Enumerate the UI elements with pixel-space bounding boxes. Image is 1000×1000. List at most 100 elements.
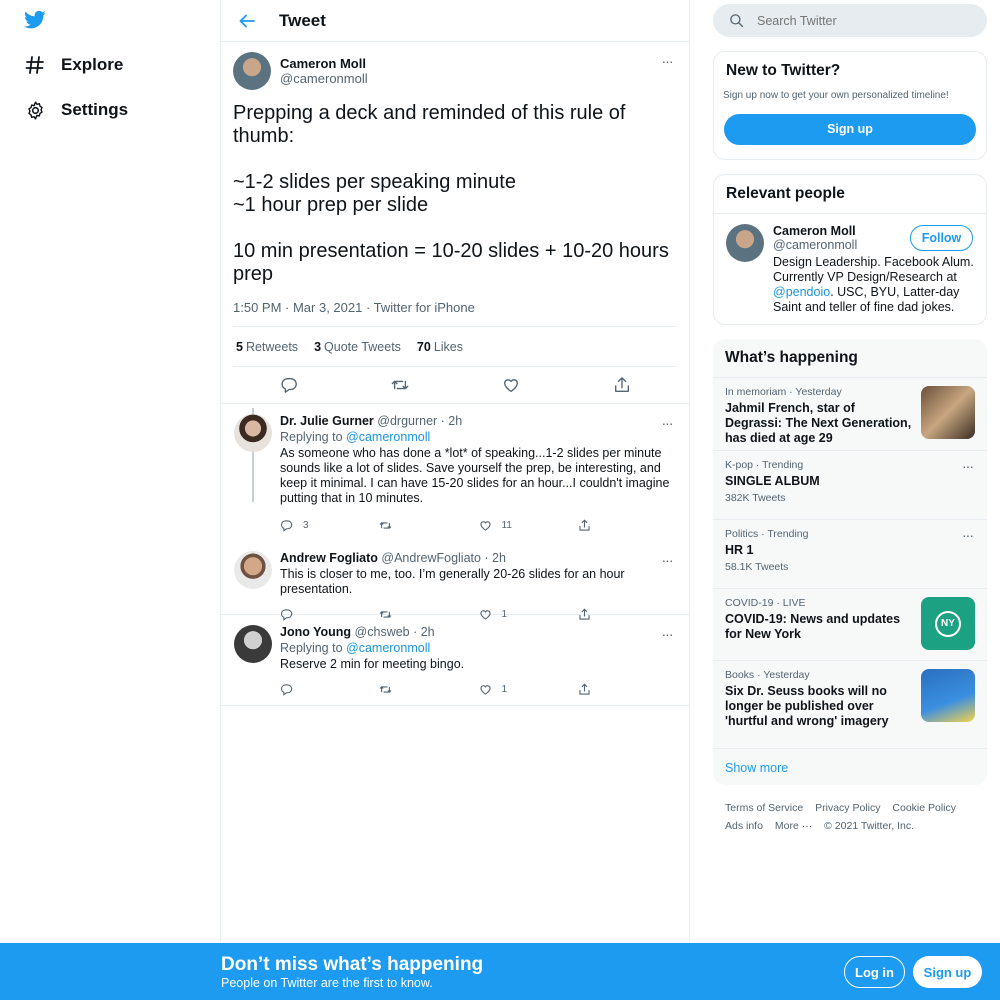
hashtag-icon	[24, 54, 46, 76]
cookie-link[interactable]: Cookie Policy	[892, 802, 956, 814]
back-arrow-icon[interactable]	[237, 11, 257, 31]
more-options-icon[interactable]: ···	[657, 416, 677, 430]
retweet-action[interactable]	[379, 519, 478, 532]
copyright: © 2021 Twitter, Inc.	[824, 820, 914, 832]
like-action[interactable]: 11	[479, 519, 578, 532]
trend-title: Jahmil French, star of Degrassi: The Nex…	[725, 401, 912, 445]
ads-info-link[interactable]: Ads info	[725, 820, 763, 832]
privacy-link[interactable]: Privacy Policy	[815, 802, 880, 814]
nav-explore[interactable]: Explore	[24, 54, 123, 76]
replying-to-link[interactable]: @cameronmoll	[346, 641, 430, 655]
more-options-icon[interactable]: ···	[962, 528, 974, 542]
retweet-icon	[379, 685, 392, 693]
nav-settings[interactable]: Settings	[24, 99, 128, 121]
bio-text: Design Leadership. Facebook Alum. Curren…	[773, 255, 974, 284]
reply-tweet[interactable]: ··· Andrew Fogliato @AndrewFogliato · 2h…	[221, 541, 689, 621]
reply-author-name[interactable]: Jono Young	[280, 625, 351, 639]
trend-title: COVID-19: News and updates for New York	[725, 612, 901, 641]
replying-to: Replying to @cameronmoll	[280, 430, 677, 444]
trend-title: SINGLE ALBUM	[725, 474, 820, 488]
avatar[interactable]	[726, 224, 764, 262]
banner-title: Don’t miss what’s happening	[221, 954, 484, 975]
share-icon	[579, 683, 590, 695]
reply-tweet[interactable]: ··· Dr. Julie Gurner @drgurner · 2h Repl…	[221, 404, 689, 541]
search-box[interactable]	[713, 4, 987, 37]
retweet-icon[interactable]	[391, 376, 409, 394]
retweet-action[interactable]	[379, 683, 478, 696]
twitter-logo-icon[interactable]	[24, 10, 46, 30]
likes-stat[interactable]: 70 Likes	[417, 340, 463, 354]
avatar[interactable]	[233, 52, 271, 90]
new-to-twitter-card: New to Twitter? Sign up now to get your …	[713, 51, 987, 160]
avatar[interactable]	[234, 414, 272, 452]
like-count: 1	[501, 683, 508, 695]
reply-handle-time[interactable]: @chsweb · 2h	[355, 625, 435, 639]
reply-tweet[interactable]: ··· Jono Young @chsweb · 2h Replying to …	[221, 615, 689, 706]
reply-icon[interactable]	[280, 376, 298, 394]
reply-handle-time[interactable]: @drgurner · 2h	[377, 414, 462, 428]
nav-explore-label: Explore	[61, 55, 124, 74]
person-row[interactable]: Cameron Moll @cameronmoll Design Leaders…	[714, 213, 986, 324]
trend-title: Six Dr. Seuss books will no longer be pu…	[725, 684, 889, 728]
reply-header: Andrew Fogliato @AndrewFogliato · 2h	[280, 551, 677, 565]
reply-action[interactable]: 3	[280, 519, 379, 532]
more-options-icon[interactable]: ···	[657, 553, 677, 567]
more-options-icon[interactable]: ···	[657, 54, 677, 68]
reply-author-name[interactable]: Andrew Fogliato	[280, 551, 378, 565]
follow-button[interactable]: Follow	[910, 225, 973, 251]
footer-links: Terms of Service Privacy Policy Cookie P…	[713, 785, 987, 835]
banner-sign-up-button[interactable]: Sign up	[913, 956, 982, 988]
author-handle[interactable]: @cameronmoll	[280, 71, 368, 86]
search-input[interactable]	[757, 13, 957, 28]
avatar[interactable]	[234, 625, 272, 663]
page-title: Tweet	[279, 10, 326, 30]
like-icon	[479, 520, 491, 531]
like-action[interactable]: 1	[479, 683, 578, 696]
log-in-button[interactable]: Log in	[844, 956, 905, 988]
share-icon[interactable]	[613, 376, 631, 394]
left-nav: Explore Settings	[0, 0, 221, 942]
trend-item[interactable]: Politics · Trending HR 1 58.1K Tweets ··…	[713, 519, 987, 588]
trend-item[interactable]: In memoriam · Yesterday Jahmil French, s…	[713, 377, 987, 450]
trend-item[interactable]: K-pop · Trending SINGLE ALBUM 382K Tweet…	[713, 450, 987, 519]
trend-item[interactable]: Books · Yesterday Six Dr. Seuss books wi…	[713, 660, 987, 748]
tweet-actions	[221, 367, 689, 404]
quotes-label: Quote Tweets	[324, 339, 401, 354]
reply-header: Dr. Julie Gurner @drgurner · 2h	[280, 414, 677, 428]
like-icon[interactable]	[502, 376, 520, 394]
reply-icon	[280, 519, 293, 532]
avatar[interactable]	[234, 551, 272, 589]
person-bio: Design Leadership. Facebook Alum. Curren…	[773, 255, 974, 315]
reply-handle-time[interactable]: @AndrewFogliato · 2h	[381, 551, 506, 565]
trend-count: 382K Tweets	[725, 492, 786, 504]
more-link[interactable]: More ···	[775, 820, 812, 832]
whats-happening-title: What’s happening	[725, 349, 858, 366]
retweets-stat[interactable]: 5 Retweets	[236, 340, 298, 354]
share-action[interactable]	[578, 683, 677, 696]
reply-action[interactable]	[280, 683, 379, 696]
show-more-link[interactable]: Show more	[713, 748, 987, 785]
more-options-icon[interactable]: ···	[962, 459, 974, 473]
banner-subtitle: People on Twitter are the first to know.	[221, 976, 433, 990]
sign-up-button[interactable]: Sign up	[724, 114, 976, 145]
search-icon	[730, 14, 744, 28]
main-column: Tweet Cameron Moll @cameronmoll ··· Prep…	[221, 0, 690, 942]
replying-to-link[interactable]: @cameronmoll	[346, 430, 430, 444]
terms-link[interactable]: Terms of Service	[725, 802, 803, 814]
reply-actions: 3 11	[280, 512, 677, 538]
share-icon	[579, 519, 590, 531]
trend-count: 58.1K Tweets	[725, 561, 789, 573]
trend-item[interactable]: COVID-19 · LIVE COVID-19: News and updat…	[713, 588, 987, 660]
reply-author-name[interactable]: Dr. Julie Gurner	[280, 414, 374, 428]
gear-icon	[24, 99, 46, 121]
tweet-meta[interactable]: 1:50 PM · Mar 3, 2021 · Twitter for iPho…	[233, 300, 677, 315]
more-options-icon[interactable]: ···	[657, 627, 677, 641]
tweet-stats: 5 Retweets 3 Quote Tweets 70 Likes	[233, 326, 677, 367]
bio-link[interactable]: @pendoio	[773, 285, 830, 299]
like-count: 11	[501, 519, 512, 531]
author-name[interactable]: Cameron Moll	[280, 56, 368, 71]
replying-to-label: Replying to	[280, 641, 347, 655]
quotes-stat[interactable]: 3 Quote Tweets	[314, 340, 401, 354]
share-action[interactable]	[578, 519, 677, 532]
trend-title: HR 1	[725, 543, 754, 557]
